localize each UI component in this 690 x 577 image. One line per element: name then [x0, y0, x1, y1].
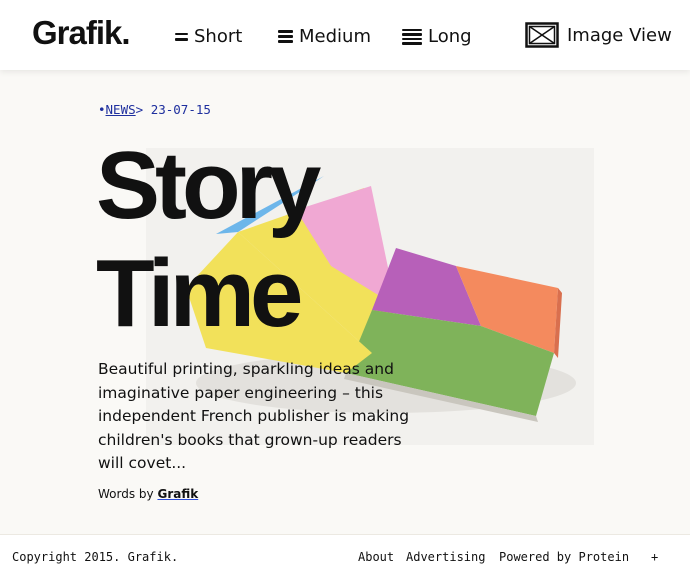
footer-link-about[interactable]: About: [358, 550, 394, 564]
article-title[interactable]: Story Time: [96, 132, 321, 348]
long-lines-icon: [402, 28, 422, 45]
site-header: Grafik. Short Medium Long Image View: [0, 0, 690, 70]
byline-prefix: Words by: [98, 487, 154, 501]
copyright-text: Copyright 2015. Grafik.: [12, 550, 179, 564]
nav-short[interactable]: Short: [175, 26, 242, 47]
footer-link-powered-by[interactable]: Powered by Protein: [499, 550, 629, 564]
site-footer: Copyright 2015. Grafik. About Advertisin…: [0, 534, 690, 577]
article-meta: •NEWS> 23-07-15: [98, 102, 211, 117]
nav-long-label: Long: [428, 26, 472, 47]
nav-medium[interactable]: Medium: [278, 26, 371, 47]
title-line-1: Story: [96, 132, 321, 239]
footer-link-advertising[interactable]: Advertising: [406, 550, 485, 564]
article-deck: Beautiful printing, sparkling ideas and …: [98, 360, 410, 472]
nav-long[interactable]: Long: [402, 26, 472, 47]
image-icon: [525, 22, 559, 48]
bullet-icon: •: [98, 102, 106, 117]
author-link[interactable]: Grafik: [157, 487, 198, 501]
short-lines-icon: [175, 32, 188, 41]
nav-medium-label: Medium: [299, 26, 371, 47]
medium-lines-icon: [278, 30, 293, 43]
nav-image-view[interactable]: Image View: [525, 22, 672, 48]
breadcrumb-separator: >: [135, 102, 144, 117]
byline: Words by Grafik: [98, 487, 198, 501]
category-link[interactable]: NEWS: [106, 102, 136, 117]
site-logo[interactable]: Grafik.: [32, 14, 131, 52]
article-date: 23-07-15: [150, 102, 211, 117]
plus-icon[interactable]: +: [651, 550, 658, 564]
title-line-2: Time: [96, 240, 303, 347]
nav-image-view-label: Image View: [567, 24, 672, 46]
nav-short-label: Short: [194, 26, 243, 47]
